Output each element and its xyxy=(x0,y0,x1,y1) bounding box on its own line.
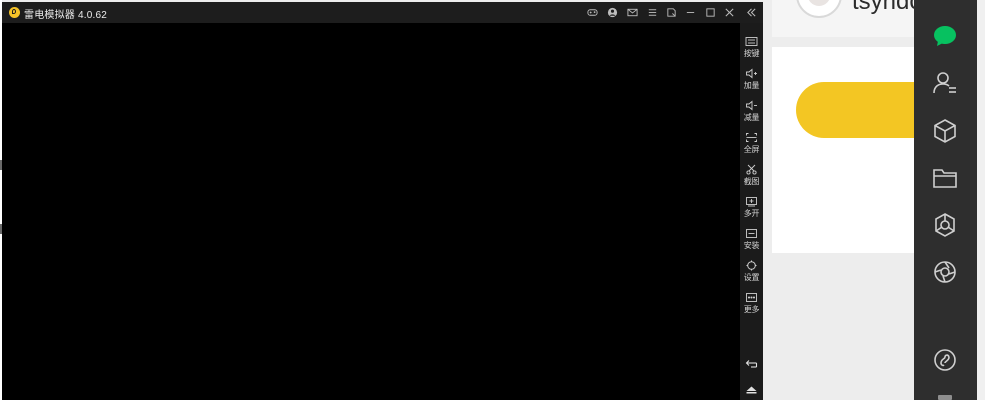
scissors-icon xyxy=(746,164,757,175)
tool-label: 加量 xyxy=(743,81,760,90)
screen-rotate-icon[interactable] xyxy=(664,5,679,20)
minimize-icon[interactable] xyxy=(683,5,698,20)
fullscreen-button[interactable]: 全屏 xyxy=(740,129,763,161)
username: tsyndo xyxy=(852,0,923,15)
volume-up-button[interactable]: 加量 xyxy=(740,65,763,97)
window-edge-strip xyxy=(977,0,985,400)
settings-button[interactable]: 设置 xyxy=(740,257,763,289)
app-sidebar xyxy=(914,0,977,400)
keyboard-icon xyxy=(745,37,758,46)
menu-icon[interactable] xyxy=(645,5,660,20)
tool-label: 截图 xyxy=(743,177,760,186)
apk-install-icon xyxy=(746,229,757,238)
tool-label: 多开 xyxy=(743,209,760,218)
sidebar-more-icon[interactable] xyxy=(938,395,952,400)
emulator-titlebar[interactable]: 雷电模拟器 4.0.62 xyxy=(2,2,763,23)
chat-icon[interactable] xyxy=(931,22,959,50)
collapse-toolbar-icon[interactable] xyxy=(744,5,759,20)
tool-label: 全屏 xyxy=(743,145,760,154)
volume-down-icon xyxy=(746,100,757,111)
install-apk-button[interactable]: 安装 xyxy=(740,225,763,257)
contacts-icon[interactable] xyxy=(931,69,959,97)
multi-instance-icon xyxy=(746,197,757,207)
multi-instance-button[interactable]: 多开 xyxy=(740,193,763,225)
folder-icon[interactable] xyxy=(931,164,959,192)
maximize-icon[interactable] xyxy=(703,5,718,20)
home-button[interactable] xyxy=(745,384,758,395)
home-icon xyxy=(746,386,757,394)
tool-label: 按键 xyxy=(743,49,760,58)
tool-label: 减量 xyxy=(743,113,760,122)
volume-up-icon xyxy=(746,68,757,79)
gamepad-icon[interactable] xyxy=(585,5,600,20)
screenshot-button[interactable]: 截图 xyxy=(740,161,763,193)
more-button[interactable]: 更多 xyxy=(740,289,763,321)
moments-icon[interactable] xyxy=(931,211,959,239)
aperture-icon[interactable] xyxy=(931,258,959,286)
tool-label: 更多 xyxy=(743,305,760,314)
emulator-screen[interactable] xyxy=(2,23,740,400)
tool-label: 安装 xyxy=(743,241,760,250)
miniprogram-icon[interactable] xyxy=(931,346,959,374)
back-button[interactable] xyxy=(745,358,758,369)
ldplayer-logo-icon xyxy=(9,7,20,18)
window-title: 雷电模拟器 4.0.62 xyxy=(24,10,107,21)
user-icon[interactable] xyxy=(605,5,620,20)
tool-label: 设置 xyxy=(743,273,760,282)
settings-icon xyxy=(746,260,757,271)
fullscreen-icon xyxy=(746,133,757,142)
content-card xyxy=(772,47,915,253)
cube-icon[interactable] xyxy=(931,117,959,145)
mail-icon[interactable] xyxy=(625,5,640,20)
keyboard-mapping-button[interactable]: 按键 xyxy=(740,33,763,65)
emulator-window: 雷电模拟器 4.0.62 按键 加量 减量 全屏 截图 多开 安装 设置 更多 xyxy=(2,2,763,400)
back-icon xyxy=(745,360,758,368)
more-icon xyxy=(746,293,757,302)
volume-down-button[interactable]: 减量 xyxy=(740,97,763,129)
emulator-side-toolbar: 按键 加量 减量 全屏 截图 多开 安装 设置 更多 xyxy=(740,23,763,400)
close-icon[interactable] xyxy=(722,5,737,20)
